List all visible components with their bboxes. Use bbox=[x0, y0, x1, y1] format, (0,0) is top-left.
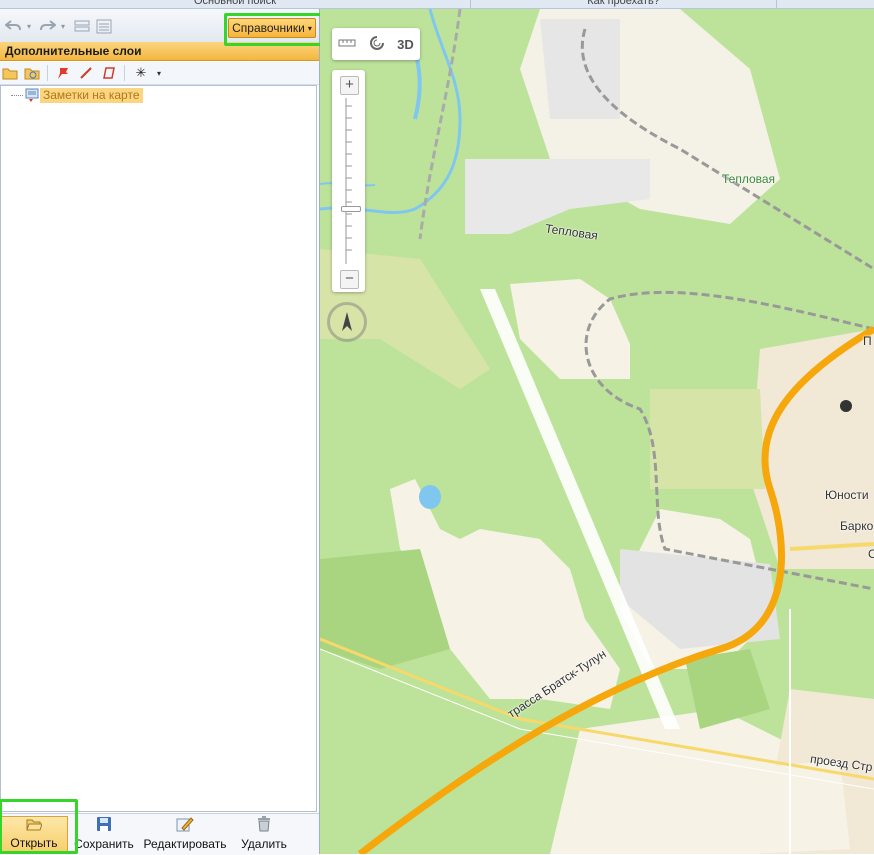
notes-icon bbox=[24, 88, 40, 103]
zoom-slider-handle[interactable] bbox=[341, 206, 361, 212]
map-canvas bbox=[320, 9, 874, 854]
zoom-in-button[interactable]: + bbox=[340, 76, 359, 95]
dictionaries-button[interactable]: Справочники ▾ bbox=[228, 18, 316, 38]
rotate-icon[interactable] bbox=[369, 35, 385, 54]
tree-item-notes[interactable]: Заметки на карте bbox=[11, 88, 143, 103]
open-button[interactable]: Открыть bbox=[0, 816, 68, 854]
edit-button[interactable]: Редактировать bbox=[141, 816, 229, 854]
pin-icon[interactable] bbox=[55, 65, 71, 81]
map-label-district2[interactable]: Барко bbox=[840, 519, 873, 533]
undo-dropdown-icon[interactable]: ▾ bbox=[24, 21, 34, 31]
open-label: Открыть bbox=[10, 836, 58, 850]
zoom-slider[interactable] bbox=[341, 98, 361, 264]
folder-refresh-icon[interactable] bbox=[24, 65, 40, 81]
edit-label: Редактировать bbox=[143, 837, 227, 851]
layout-icon[interactable] bbox=[73, 19, 91, 33]
trash-icon bbox=[257, 816, 271, 835]
compass-icon[interactable] bbox=[327, 302, 367, 342]
map-tools: 3D bbox=[332, 28, 420, 60]
layers-header: Дополнительные слои bbox=[0, 42, 319, 61]
chevron-down-icon[interactable]: ▾ bbox=[154, 67, 164, 79]
tree-connector bbox=[11, 95, 23, 96]
map-label-station[interactable]: Тепловая bbox=[722, 172, 775, 186]
folder-open-icon bbox=[26, 817, 43, 834]
layers-toolbar: ✳ ▾ bbox=[0, 62, 319, 85]
zoom-out-button[interactable]: − bbox=[340, 270, 359, 289]
map-label-district1[interactable]: Юности bbox=[825, 488, 869, 502]
folder-icon[interactable] bbox=[2, 65, 18, 81]
separator bbox=[47, 65, 48, 81]
zoom-control: + − bbox=[332, 70, 365, 292]
delete-label: Удалить bbox=[241, 837, 287, 851]
polygon-icon[interactable] bbox=[101, 65, 117, 81]
line-icon[interactable] bbox=[78, 65, 94, 81]
save-label: Сохранить bbox=[74, 837, 134, 851]
redo-dropdown-icon[interactable]: ▾ bbox=[58, 21, 68, 31]
top-tabs: Основной поиск Как проехать? bbox=[0, 0, 874, 9]
dictionaries-label: Справочники bbox=[232, 21, 305, 35]
tree-item-label: Заметки на карте bbox=[40, 88, 143, 103]
save-button[interactable]: Сохранить bbox=[73, 816, 135, 854]
save-icon bbox=[96, 816, 112, 835]
main-toolbar: ▾ ▾ Справочники ▾ bbox=[0, 9, 319, 43]
tab-route[interactable]: Как проехать? bbox=[471, 0, 777, 8]
asterisk-icon[interactable]: ✳ bbox=[133, 65, 149, 81]
ruler-icon[interactable] bbox=[338, 37, 356, 51]
delete-button[interactable]: Удалить bbox=[236, 816, 292, 854]
map-view[interactable]: Тепловая Тепловая трасса Братск-Тулун пр… bbox=[320, 9, 874, 854]
3d-button[interactable]: 3D bbox=[397, 37, 414, 52]
map-label-p[interactable]: П bbox=[863, 334, 872, 348]
redo-icon[interactable] bbox=[39, 19, 57, 33]
chevron-down-icon: ▾ bbox=[307, 23, 312, 33]
bottom-bar: Открыть Сохранить Редактировать Удалить bbox=[0, 813, 319, 855]
undo-icon[interactable] bbox=[4, 19, 22, 33]
layers-tree: Заметки на карте bbox=[0, 85, 317, 812]
list-icon[interactable] bbox=[95, 18, 113, 34]
separator bbox=[124, 65, 125, 81]
map-label-s[interactable]: С bbox=[868, 547, 874, 561]
edit-icon bbox=[176, 816, 194, 835]
left-panel: ▾ ▾ Справочники ▾ Дополнительные слои ✳ … bbox=[0, 9, 320, 855]
tab-main-search[interactable]: Основной поиск bbox=[0, 0, 471, 8]
poi-icon[interactable] bbox=[840, 400, 852, 412]
